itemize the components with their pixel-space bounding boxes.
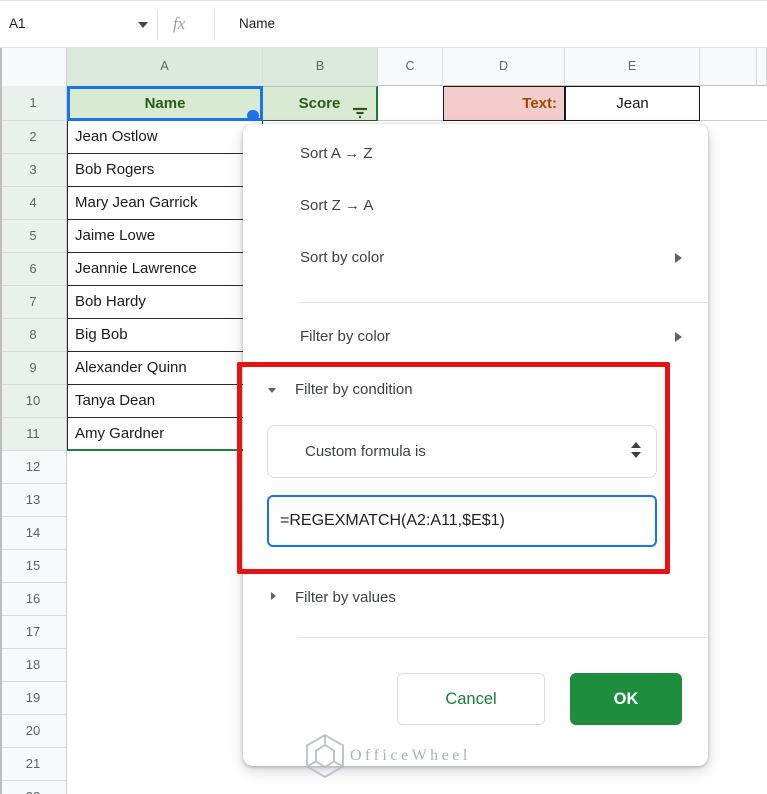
row-header-22[interactable]: 22	[0, 781, 67, 794]
cell-A6[interactable]: Jeannie Lawrence	[67, 253, 263, 286]
cell-A2[interactable]: Jean Ostlow	[67, 121, 263, 154]
column-header[interactable]	[700, 48, 757, 86]
officewheel-logo-icon	[306, 733, 344, 779]
name-box[interactable]: A1	[9, 1, 26, 47]
custom-formula-input[interactable]	[267, 495, 657, 547]
row-header-19[interactable]: 19	[0, 682, 67, 715]
watermark: OfficeWheel	[304, 733, 471, 779]
expand-arrow-icon	[271, 592, 276, 600]
row-header-5[interactable]: 5	[0, 220, 67, 253]
cell-B1-label: Score	[298, 95, 341, 112]
menu-item-label: Filter by color	[300, 328, 391, 345]
row-header-14[interactable]: 14	[0, 517, 67, 550]
column-header-B[interactable]: B	[263, 48, 378, 86]
condition-select-value: Custom formula is	[305, 443, 426, 460]
row-header-8[interactable]: 8	[0, 319, 67, 352]
cell-C1[interactable]	[378, 86, 443, 121]
row-header-10[interactable]: 10	[0, 385, 67, 418]
menu-item-sort-az[interactable]: Sort A → Z	[243, 128, 708, 180]
cell-B1[interactable]: Score	[263, 86, 378, 121]
ok-button[interactable]: OK	[570, 673, 682, 725]
column-header-A[interactable]: A	[67, 48, 263, 86]
column-header[interactable]	[757, 48, 767, 86]
menu-item-filter-by-color[interactable]: Filter by color	[243, 311, 708, 363]
row-header-18[interactable]: 18	[0, 649, 67, 682]
cell-A8[interactable]: Big Bob	[67, 319, 263, 352]
cancel-button[interactable]: Cancel	[397, 673, 545, 725]
menu-item-sort-by-color[interactable]: Sort by color	[243, 232, 708, 284]
row-header-9[interactable]: 9	[0, 352, 67, 385]
row-header-15[interactable]: 15	[0, 550, 67, 583]
cell-A3[interactable]: Bob Rogers	[67, 154, 263, 187]
selection-fill-handle[interactable]	[247, 110, 259, 121]
row-header-16[interactable]: 16	[0, 583, 67, 616]
menu-item-label: Sort by color	[300, 249, 385, 266]
menu-divider	[298, 637, 708, 638]
collapse-arrow-icon	[268, 388, 276, 393]
menu-divider	[298, 302, 708, 303]
cell-A10[interactable]: Tanya Dean	[67, 385, 263, 418]
cell-A4[interactable]: Mary Jean Garrick	[67, 187, 263, 220]
row-header-4[interactable]: 4	[0, 187, 67, 220]
cell-E1[interactable]: Jean	[565, 86, 700, 121]
menu-item-label: Filter by condition	[295, 381, 413, 398]
divider	[214, 9, 215, 40]
filter-dropdown-menu: Sort A → Z Sort Z → A Sort by color Filt…	[243, 124, 708, 766]
divider	[157, 9, 158, 40]
row-header-6[interactable]: 6	[0, 253, 67, 286]
menu-item-label: Filter by values	[295, 589, 396, 606]
row-header-21[interactable]: 21	[0, 748, 67, 781]
cell-A7[interactable]: Bob Hardy	[67, 286, 263, 319]
menu-item-sort-za[interactable]: Sort Z → A	[243, 180, 708, 232]
condition-select[interactable]: Custom formula is	[267, 425, 657, 478]
row-header-3[interactable]: 3	[0, 154, 67, 187]
row-header-13[interactable]: 13	[0, 484, 67, 517]
spreadsheet-app: A1 fx Name ABCDE 1 2 3 4 5 6 7 8 9 10 11 12 13 14 15 16…	[0, 0, 767, 794]
menu-item-filter-by-values[interactable]: Filter by values	[243, 572, 708, 624]
column-header-C[interactable]: C	[378, 48, 443, 86]
cell-A5[interactable]: Jaime Lowe	[67, 220, 263, 253]
fx-icon: fx	[173, 14, 186, 33]
row-header-2[interactable]: 2	[0, 121, 67, 154]
select-all-corner[interactable]	[0, 48, 67, 86]
submenu-arrow-icon	[675, 332, 682, 342]
gridline	[700, 86, 767, 121]
row-header-12[interactable]: 12	[0, 451, 67, 484]
watermark-text: OfficeWheel	[350, 747, 471, 764]
row-header-1[interactable]: 1	[0, 86, 67, 121]
formula-bar-value[interactable]: Name	[239, 1, 275, 47]
cell-A9[interactable]: Alexander Quinn	[67, 352, 263, 385]
name-box-dropdown-icon[interactable]	[138, 22, 148, 28]
column-header-D[interactable]: D	[443, 48, 565, 86]
row-header-20[interactable]: 20	[0, 715, 67, 748]
unfold-more-icon	[631, 442, 641, 458]
cell-A11[interactable]: Amy Gardner	[67, 418, 263, 451]
cell-A1[interactable]: Name	[67, 86, 263, 121]
row-header-17[interactable]: 17	[0, 616, 67, 649]
cell-D1[interactable]: Text:	[443, 86, 565, 121]
row-header-7[interactable]: 7	[0, 286, 67, 319]
column-header-E[interactable]: E	[565, 48, 700, 86]
menu-item-filter-by-condition[interactable]: Filter by condition	[243, 364, 708, 416]
row-header-11[interactable]: 11	[0, 418, 67, 451]
left-edge	[0, 48, 2, 794]
submenu-arrow-icon	[675, 253, 682, 263]
formula-bar: A1 fx Name	[0, 0, 767, 48]
